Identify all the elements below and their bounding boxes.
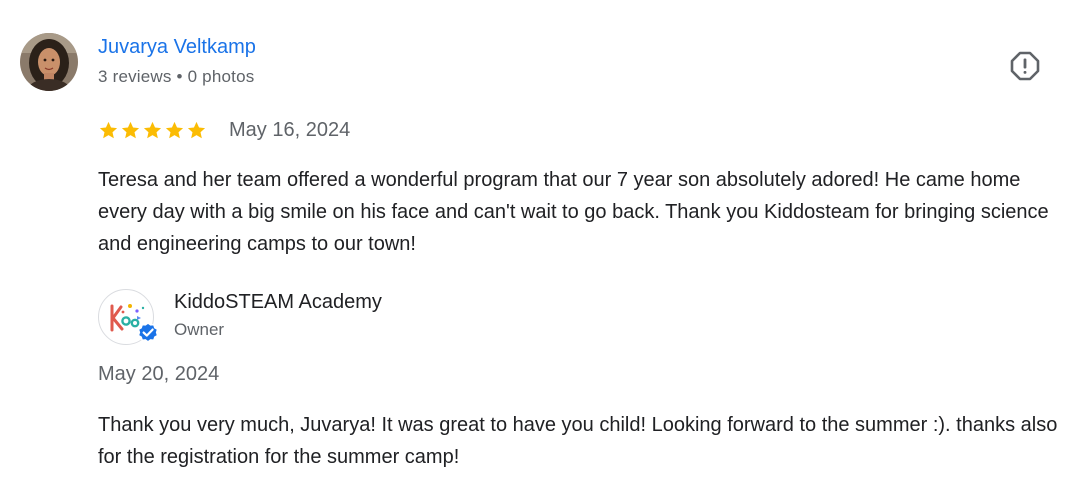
owner-name: KiddoSTEAM Academy (174, 291, 382, 313)
review-date: May 16, 2024 (229, 119, 351, 141)
verified-badge-icon (137, 322, 159, 343)
star-icon (165, 121, 184, 139)
report-review-button[interactable] (1008, 49, 1042, 83)
reviewer-name-link[interactable]: Juvarya Veltkamp (98, 36, 256, 59)
owner-role: Owner (174, 320, 225, 339)
reviewer-avatar[interactable] (20, 33, 78, 91)
star-icon (187, 121, 206, 139)
star-icon (143, 121, 162, 139)
owner-reply-text: Thank you very much, Juvarya! It was gre… (98, 414, 1058, 468)
star-rating (98, 120, 207, 141)
star-icon (121, 121, 140, 139)
review-text: Teresa and her team offered a wonderful … (98, 169, 1049, 255)
reply-date: May 20, 2024 (98, 363, 220, 385)
star-icon (99, 121, 118, 139)
reviewer-stats: 3 reviews • 0 photos (98, 67, 255, 86)
report-flag-icon (1010, 51, 1040, 81)
